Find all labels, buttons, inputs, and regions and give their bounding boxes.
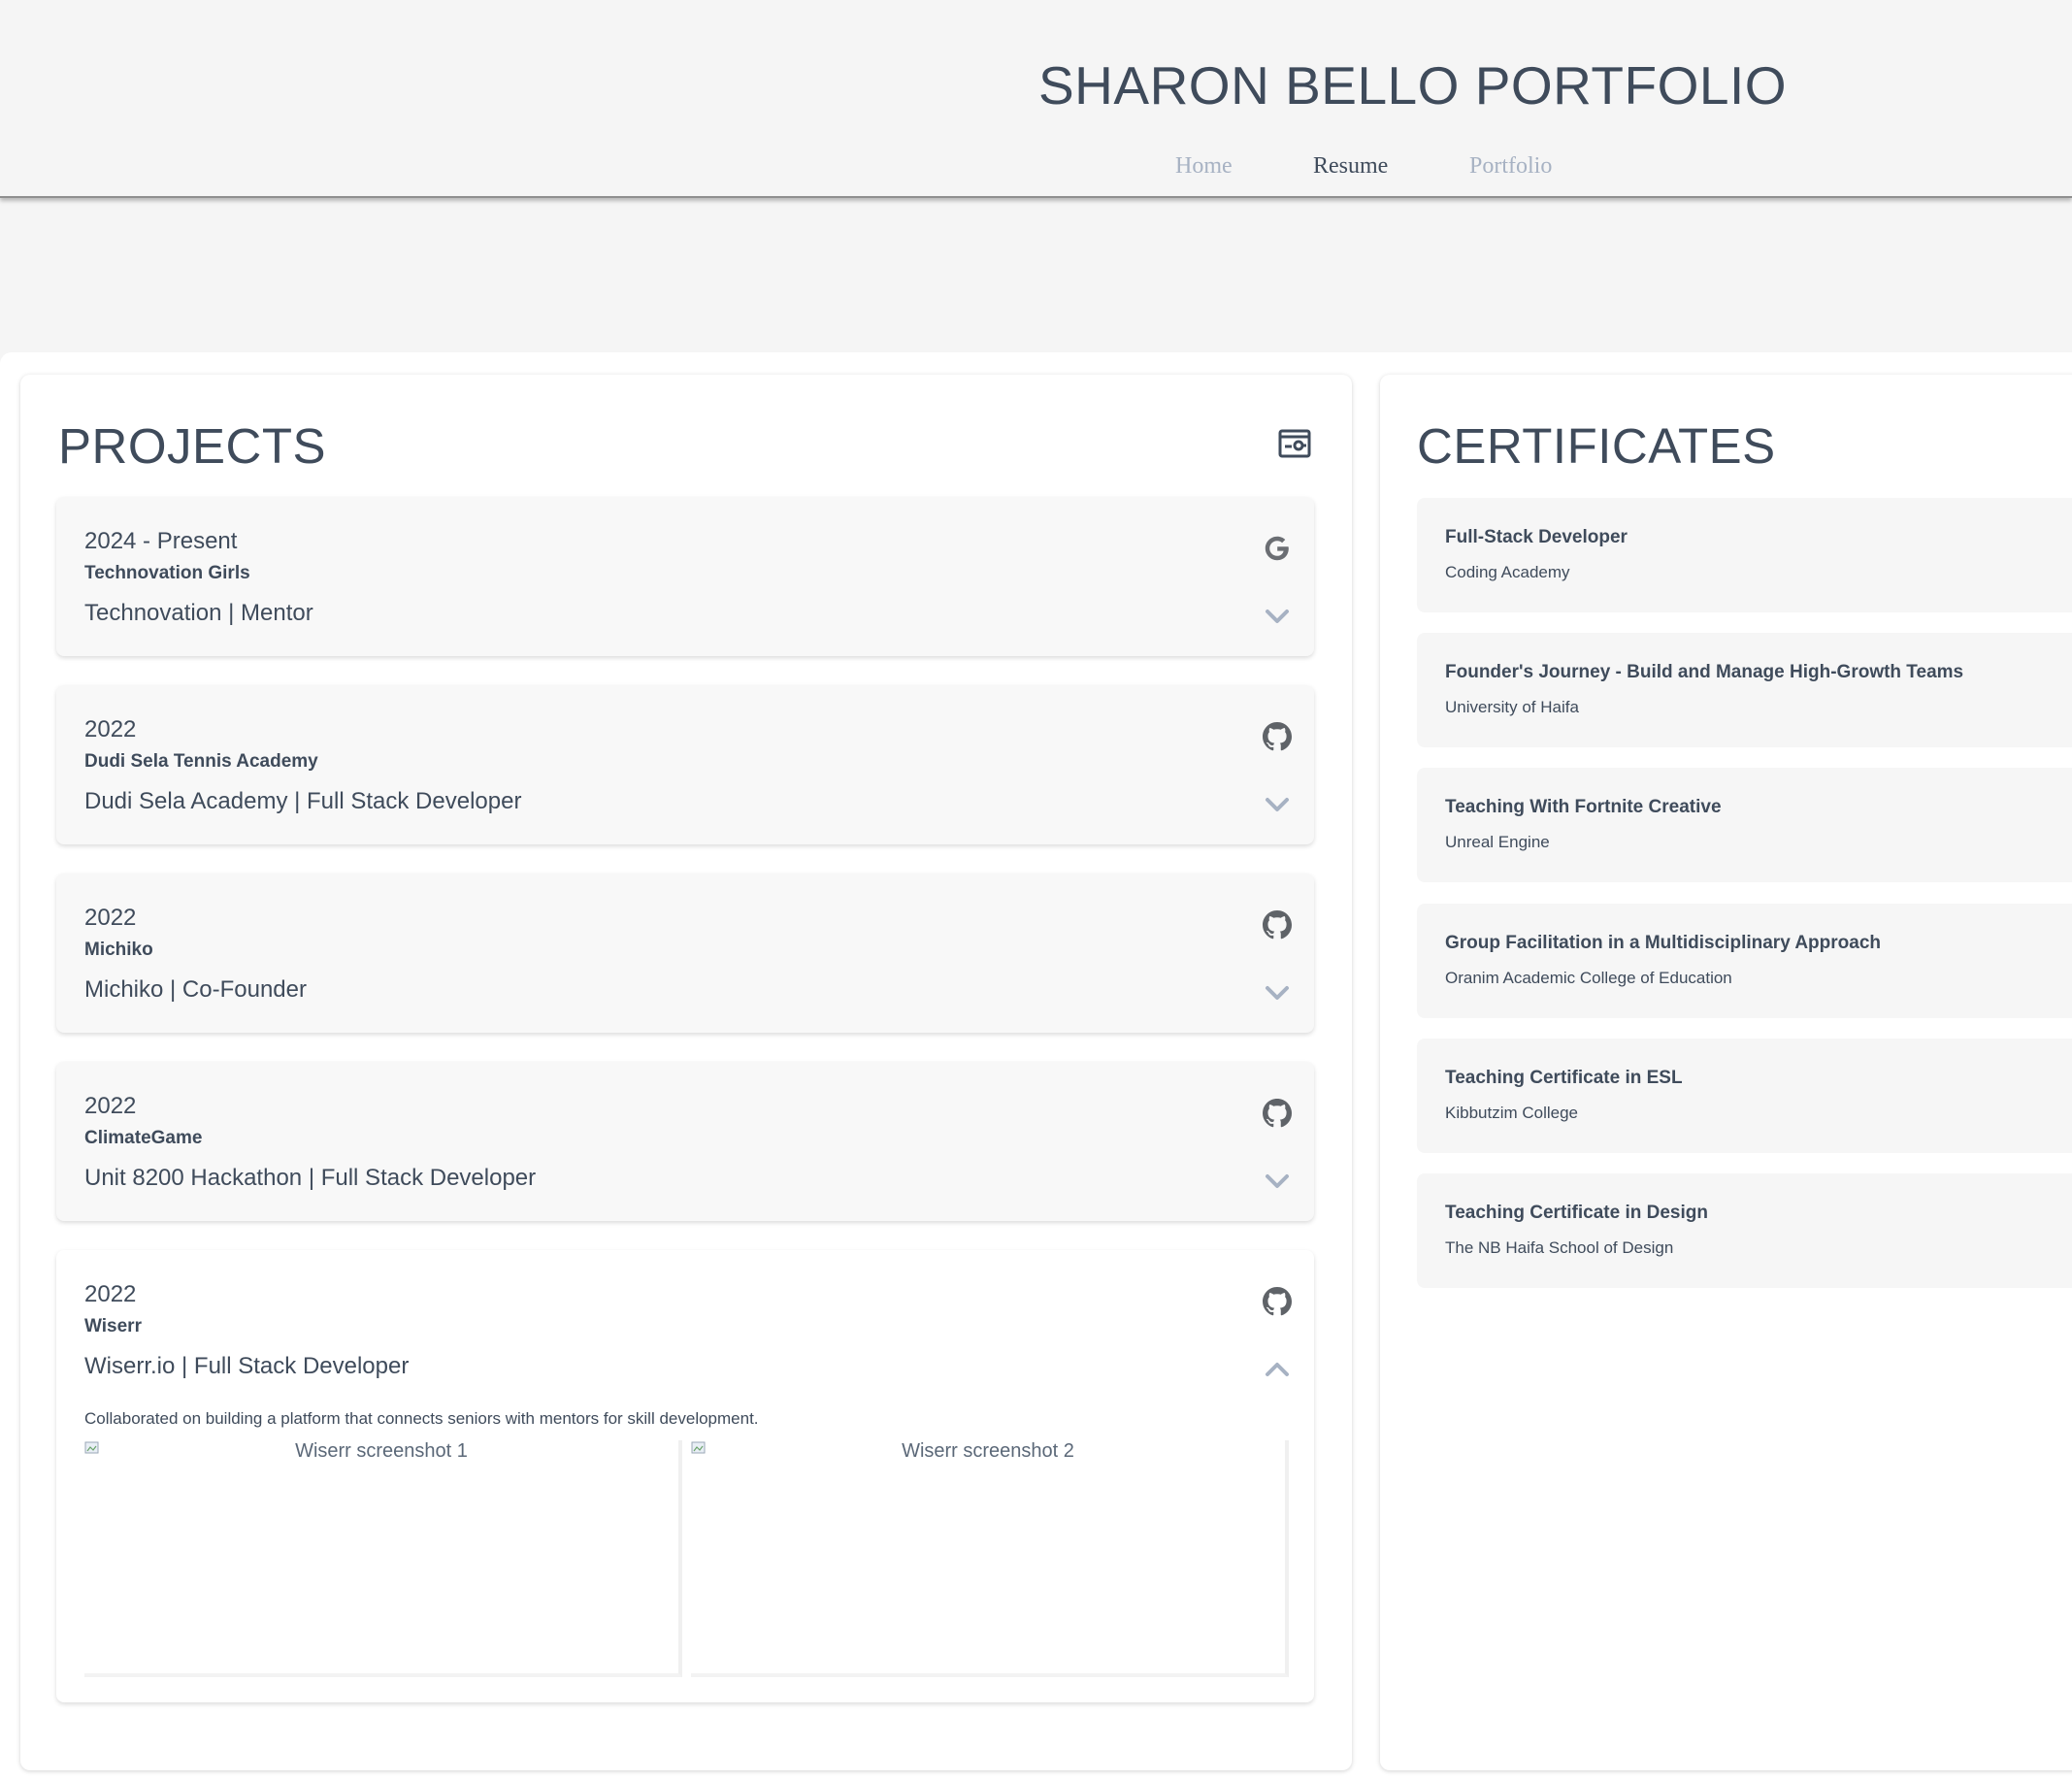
project-year: 2024 - Present [84, 528, 238, 554]
certificate-issuer: Kibbutzim College [1445, 1104, 1579, 1122]
github-icon[interactable] [1263, 722, 1292, 751]
github-icon[interactable] [1263, 1287, 1292, 1316]
site-title: SHARON BELLO PORTFOLIO [1038, 55, 1788, 115]
project-role: Technovation | Mentor [84, 600, 313, 626]
certificate-issuer: University of Haifa [1445, 698, 1579, 716]
project-year: 2022 [84, 1093, 137, 1119]
certificate-card[interactable]: Full-Stack Developer Coding Academy [1417, 498, 2072, 612]
chevron-down-icon[interactable] [1263, 1167, 1292, 1196]
certificate-title: Teaching Certificate in ESL [1445, 1068, 1683, 1088]
chevron-up-icon[interactable] [1263, 1355, 1292, 1384]
certificate-card[interactable]: Teaching Certificate in Design The NB Ha… [1417, 1173, 2072, 1288]
project-name: Wiserr [84, 1316, 142, 1336]
certificates-panel: CERTIFICATES Full-Stack Developer Coding… [1380, 375, 2072, 1770]
github-icon[interactable] [1263, 910, 1292, 940]
project-screenshot[interactable]: Wiserr screenshot 2 [691, 1440, 1289, 1677]
project-card[interactable]: 2024 - Present Technovation Girls Techno… [56, 497, 1314, 656]
project-role: Unit 8200 Hackathon | Full Stack Develop… [84, 1165, 537, 1191]
certificate-title: Teaching Certificate in Design [1445, 1203, 1708, 1223]
certificate-card[interactable]: Group Facilitation in a Multidisciplinar… [1417, 904, 2072, 1018]
project-name: Dudi Sela Tennis Academy [84, 751, 318, 772]
certificate-issuer: Unreal Engine [1445, 833, 1550, 851]
project-description: Collaborated on building a platform that… [84, 1409, 759, 1428]
certificate-title: Founder's Journey - Build and Manage Hig… [1445, 662, 1964, 682]
project-role: Wiserr.io | Full Stack Developer [84, 1353, 410, 1379]
chevron-down-icon[interactable] [1263, 602, 1292, 631]
project-role: Michiko | Co-Founder [84, 976, 307, 1003]
project-year: 2022 [84, 905, 137, 931]
certificate-issuer: Oranim Academic College of Education [1445, 969, 1732, 987]
certificate-issuer: Coding Academy [1445, 563, 1570, 581]
project-name: Michiko [84, 940, 153, 960]
screenshot-alt-text: Wiserr screenshot 2 [902, 1440, 1074, 1462]
site-header: SHARON BELLO PORTFOLIO Home Resume Portf… [0, 0, 2072, 198]
main-nav: Home Resume Portfolio [0, 153, 2072, 186]
chevron-down-icon[interactable] [1263, 790, 1292, 819]
certificate-title: Teaching With Fortnite Creative [1445, 797, 1722, 817]
resume-card-icon[interactable] [1278, 428, 1311, 459]
project-year: 2022 [84, 1281, 137, 1307]
certificate-issuer: The NB Haifa School of Design [1445, 1238, 1674, 1257]
project-screenshot[interactable]: Wiserr screenshot 1 [84, 1440, 682, 1677]
github-icon[interactable] [1263, 1099, 1292, 1128]
projects-panel: PROJECTS 2024 - Present Technovation Gir… [20, 375, 1352, 1770]
nav-portfolio-link[interactable]: Portfolio [1469, 153, 1552, 180]
chevron-down-icon[interactable] [1263, 978, 1292, 1007]
project-card[interactable]: 2022 ClimateGame Unit 8200 Hackathon | F… [56, 1062, 1314, 1221]
certificate-card[interactable]: Teaching With Fortnite Creative Unreal E… [1417, 768, 2072, 882]
project-name: ClimateGame [84, 1128, 203, 1148]
nav-home-link[interactable]: Home [1175, 153, 1233, 180]
screenshot-alt-text: Wiserr screenshot 1 [295, 1440, 468, 1462]
certificate-card[interactable]: Founder's Journey - Build and Manage Hig… [1417, 633, 2072, 747]
nav-resume-link[interactable]: Resume [1313, 153, 1388, 180]
project-role: Dudi Sela Academy | Full Stack Developer [84, 788, 522, 814]
project-year: 2022 [84, 716, 137, 742]
google-icon[interactable] [1263, 534, 1292, 563]
certificate-card[interactable]: Teaching Certificate in ESL Kibbutzim Co… [1417, 1039, 2072, 1153]
certificate-title: Group Facilitation in a Multidisciplinar… [1445, 933, 1882, 953]
project-card[interactable]: 2022 Dudi Sela Tennis Academy Dudi Sela … [56, 685, 1314, 844]
certificate-title: Full-Stack Developer [1445, 527, 1628, 547]
project-card[interactable]: 2022 Michiko Michiko | Co-Founder [56, 874, 1314, 1033]
projects-title: PROJECTS [58, 418, 327, 474]
project-card-expanded[interactable]: 2022 Wiserr Wiserr.io | Full Stack Devel… [56, 1250, 1314, 1702]
project-name: Technovation Girls [84, 563, 250, 583]
certificates-title: CERTIFICATES [1417, 418, 1776, 474]
